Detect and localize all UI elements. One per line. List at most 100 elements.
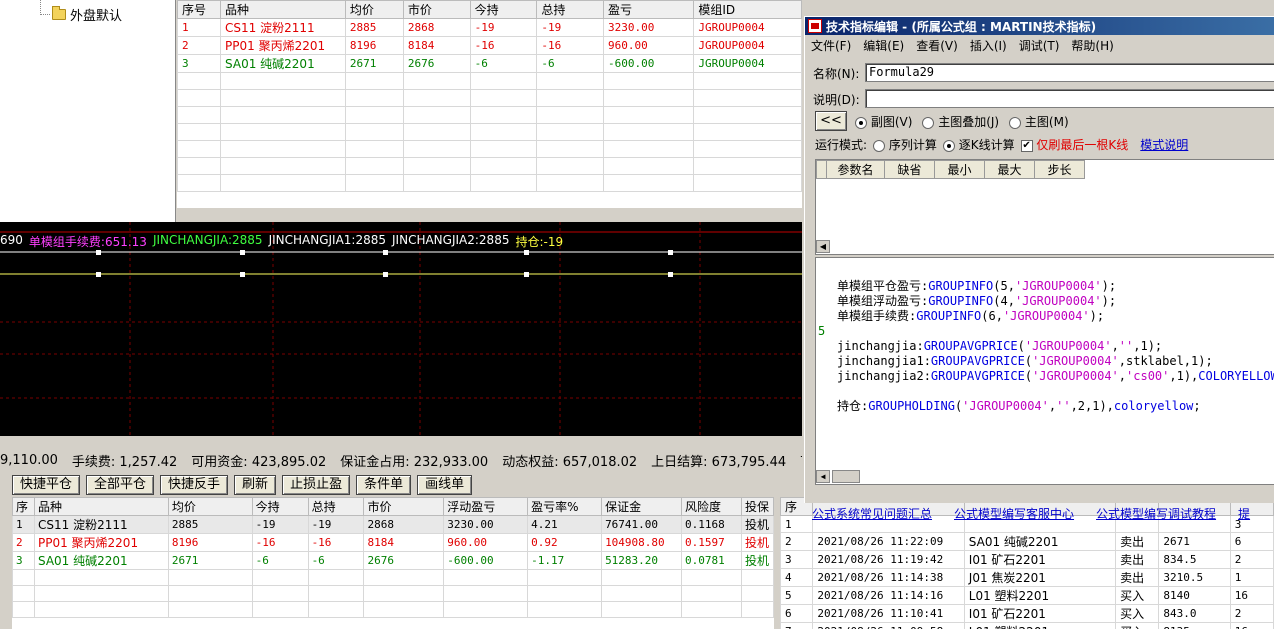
column-header[interactable]: 今持 (469, 0, 538, 19)
help-link[interactable]: 提 (1238, 505, 1250, 523)
table-row[interactable]: 3 SA01 纯碱2201 2671 -6 -6 2676 -600.00 -1.17 5128… (12, 551, 774, 570)
column-header[interactable]: 参数名 (826, 160, 885, 179)
table-cell: 8184 (363, 533, 445, 552)
table-row[interactable]: 6 2021/08/26 11:10:41 I01 矿石2201 买入 843.0 2 (780, 604, 1274, 623)
code-token: '' (1118, 339, 1134, 353)
column-header[interactable]: 品种 (220, 0, 346, 19)
code-token: 单模组平仓盈亏: (837, 279, 929, 293)
status-item: 可取 (800, 451, 802, 470)
table-cell (167, 569, 253, 586)
toolbar-button[interactable]: 止损止盈 (282, 475, 351, 495)
horizontal-scroll-thumb[interactable] (832, 470, 860, 483)
desc-input[interactable] (865, 89, 1274, 108)
table-row[interactable]: 1 CS11 淀粉2111 2885 2868 -19 -19 3230.00 JGROUP0… (176, 18, 802, 37)
column-header[interactable]: 缺省 (884, 160, 935, 179)
name-input[interactable]: Formula29 (865, 63, 1274, 82)
column-header[interactable]: 模组ID (693, 0, 802, 19)
table-row[interactable]: 2 PP01 聚丙烯2201 8196 -16 -16 8184 960.00 0.92 104… (12, 533, 774, 552)
table-cell: 投机 (740, 533, 774, 552)
toolbar-button[interactable]: 快捷反手 (160, 475, 229, 495)
code-token: jinchangjia2: (837, 369, 931, 383)
column-header[interactable]: 盈亏率% (527, 497, 603, 516)
toolbar-button[interactable]: 画线单 (417, 475, 473, 495)
column-header[interactable]: 浮动盈亏 (443, 497, 529, 516)
table-cell (469, 174, 538, 192)
column-header[interactable]: 均价 (344, 0, 404, 19)
mode-help-link[interactable]: 模式说明 (1140, 136, 1188, 153)
table-row[interactable]: 3 2021/08/26 11:19:42 I01 矿石2201 卖出 834.5 2 (780, 550, 1274, 569)
help-link[interactable]: 公式系统常见问题汇总 (812, 505, 932, 523)
empty-row (12, 569, 774, 586)
column-header[interactable]: 风险度 (681, 497, 742, 516)
toolbar-button[interactable]: 全部平仓 (86, 475, 155, 495)
help-link[interactable]: 公式模型编写调试教程 (1096, 505, 1216, 523)
formula-code-editor[interactable]: 单模组平仓盈亏:GROUPINFO(5,'JGROUP0004'); 单模组浮动盈… (815, 257, 1274, 485)
column-header[interactable]: 总持 (536, 0, 605, 19)
column-header[interactable]: 市价 (363, 497, 445, 516)
table-cell (693, 157, 802, 175)
toolbar-button[interactable]: 快捷平仓 (12, 475, 81, 495)
column-header[interactable]: 总持 (307, 497, 365, 516)
column-header[interactable]: 投保 (740, 497, 774, 516)
menu-item[interactable]: 调试(T) (1019, 37, 1060, 53)
table-cell: L01 塑料2201 (963, 586, 1117, 605)
column-header[interactable]: 序号 (176, 0, 222, 19)
status-value: 9,110.00 (0, 452, 58, 468)
status-label: 手续费: (71, 454, 120, 470)
last-bar-checkbox[interactable]: ✔ 仅刷最后一根K线 (1020, 136, 1128, 153)
menu-item[interactable]: 查看(V) (916, 37, 958, 53)
menu-item[interactable]: 插入(I) (970, 37, 1007, 53)
legend-item: 690 (0, 233, 23, 247)
run-mode-serial[interactable]: 序列计算 (873, 136, 937, 153)
toolbar-button[interactable]: 刷新 (234, 475, 277, 495)
menu-item[interactable]: 编辑(E) (863, 37, 904, 53)
run-mode-bar[interactable]: 逐K线计算 (942, 136, 1015, 153)
help-link[interactable]: 公式模型编写客服中心 (954, 505, 1074, 523)
column-header[interactable]: 今持 (251, 497, 309, 516)
table-cell: 2 (12, 533, 35, 552)
indicator-chart[interactable]: 690 单模组手续费:651.13 JINCHANGJIA:2885 JINCHANG… (0, 222, 802, 436)
status-item: 动态权益: 657,018.02 (502, 451, 637, 470)
table-row[interactable]: 3 SA01 纯碱2201 2671 2676 -6 -6 -600.00 JGROUP000… (176, 54, 802, 73)
table-cell (33, 601, 169, 618)
table-cell (220, 140, 346, 158)
scroll-left-icon[interactable]: ◀ (816, 240, 830, 253)
table-cell: PP01 聚丙烯2201 (220, 36, 346, 55)
table-cell: 卖出 (1115, 532, 1160, 551)
collapse-button[interactable]: << (815, 111, 847, 131)
code-line: 单模组平仓盈亏:GROUPINFO(5,'JGROUP0004'); (837, 279, 1116, 294)
column-header[interactable]: 步长 (1034, 160, 1085, 179)
code-token: (4, (993, 294, 1015, 308)
code-token: 单模组手续费: (837, 309, 917, 323)
column-header[interactable]: 序 (12, 497, 35, 516)
column-header[interactable]: 盈亏 (603, 0, 695, 19)
table-row[interactable]: 2 2021/08/26 11:22:09 SA01 纯碱2201 卖出 2671 6 (780, 532, 1274, 551)
dialog-title-bar[interactable]: 技术指标编辑 - (所属公式组 : MARTIN技术指标) (805, 17, 1274, 35)
chart-mode-option[interactable]: 主图(M) (1009, 113, 1069, 130)
table-row[interactable]: 72021/08/26 11:09:58L01 塑料2201买入813516 (780, 622, 1274, 629)
status-value: 423,895.02 (251, 454, 327, 470)
chart-mode-option[interactable]: 主图叠加(J) (922, 113, 999, 130)
table-cell (402, 140, 471, 158)
table-cell: J01 焦炭2201 (963, 568, 1117, 587)
column-header[interactable]: 市价 (402, 0, 471, 19)
menu-item[interactable]: 文件(F) (811, 37, 851, 53)
code-token: 'JGROUP0004' (1032, 369, 1119, 383)
chart-mode-option[interactable]: 副图(V) (855, 113, 912, 130)
column-header[interactable]: 最小 (934, 160, 985, 179)
code-line: 单模组手续费:GROUPINFO(6,'JGROUP0004'); (837, 309, 1104, 324)
table-row[interactable]: 4 2021/08/26 11:14:38 J01 焦炭2201 卖出 3210.5 1 (780, 568, 1274, 587)
table-cell: 0.1168 (681, 515, 742, 534)
table-row[interactable]: 2 PP01 聚丙烯2201 8196 8184 -16 -16 960.00 JGROUP0… (176, 36, 802, 55)
column-header[interactable]: 均价 (167, 497, 253, 516)
toolbar-button[interactable]: 条件单 (356, 475, 412, 495)
column-header[interactable]: 最大 (984, 160, 1035, 179)
status-value: 673,795.44 (711, 454, 787, 470)
tree-node-default[interactable]: 外盘默认 (52, 5, 122, 24)
column-header[interactable]: 品种 (33, 497, 169, 516)
table-row[interactable]: 1 CS11 淀粉2111 2885 -19 -19 2868 3230.00 4.21 767… (12, 515, 774, 534)
column-header[interactable]: 保证金 (601, 497, 682, 516)
scroll-left-icon[interactable]: ◀ (816, 470, 830, 483)
table-row[interactable]: 5 2021/08/26 11:14:16 L01 塑料2201 买入 8140 16 (780, 586, 1274, 605)
menu-item[interactable]: 帮助(H) (1071, 37, 1113, 53)
